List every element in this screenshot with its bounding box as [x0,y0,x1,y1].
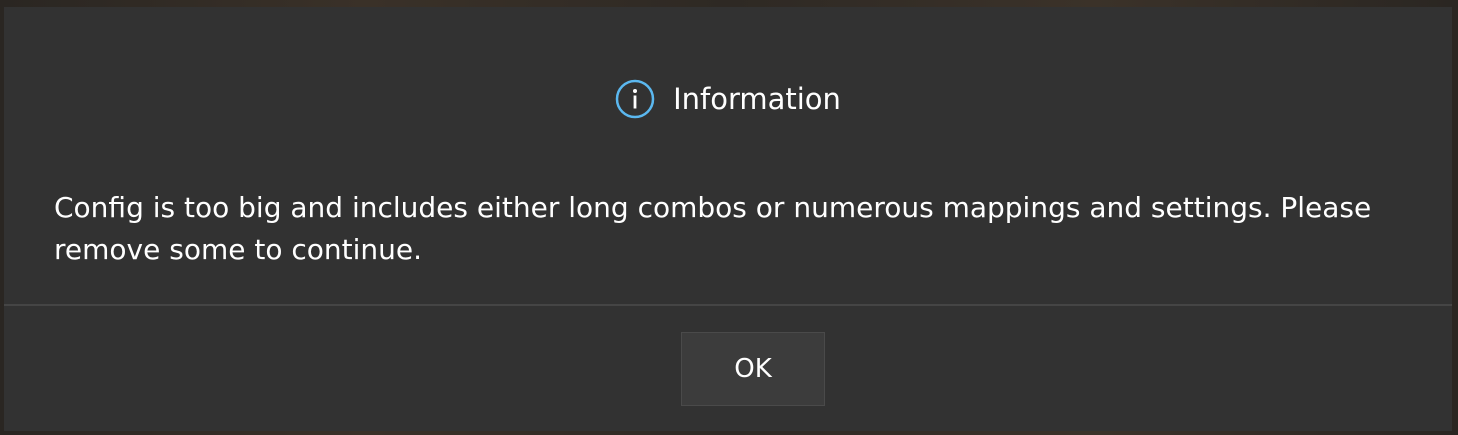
information-dialog: Information Config is too big and includ… [4,7,1452,431]
ok-button[interactable]: OK [681,332,825,406]
footer-divider [4,304,1452,306]
dialog-title: Information [673,82,841,116]
info-circle-icon [615,79,655,119]
dialog-message: Config is too big and includes either lo… [54,191,1372,266]
dialog-header: Information [4,79,1452,119]
